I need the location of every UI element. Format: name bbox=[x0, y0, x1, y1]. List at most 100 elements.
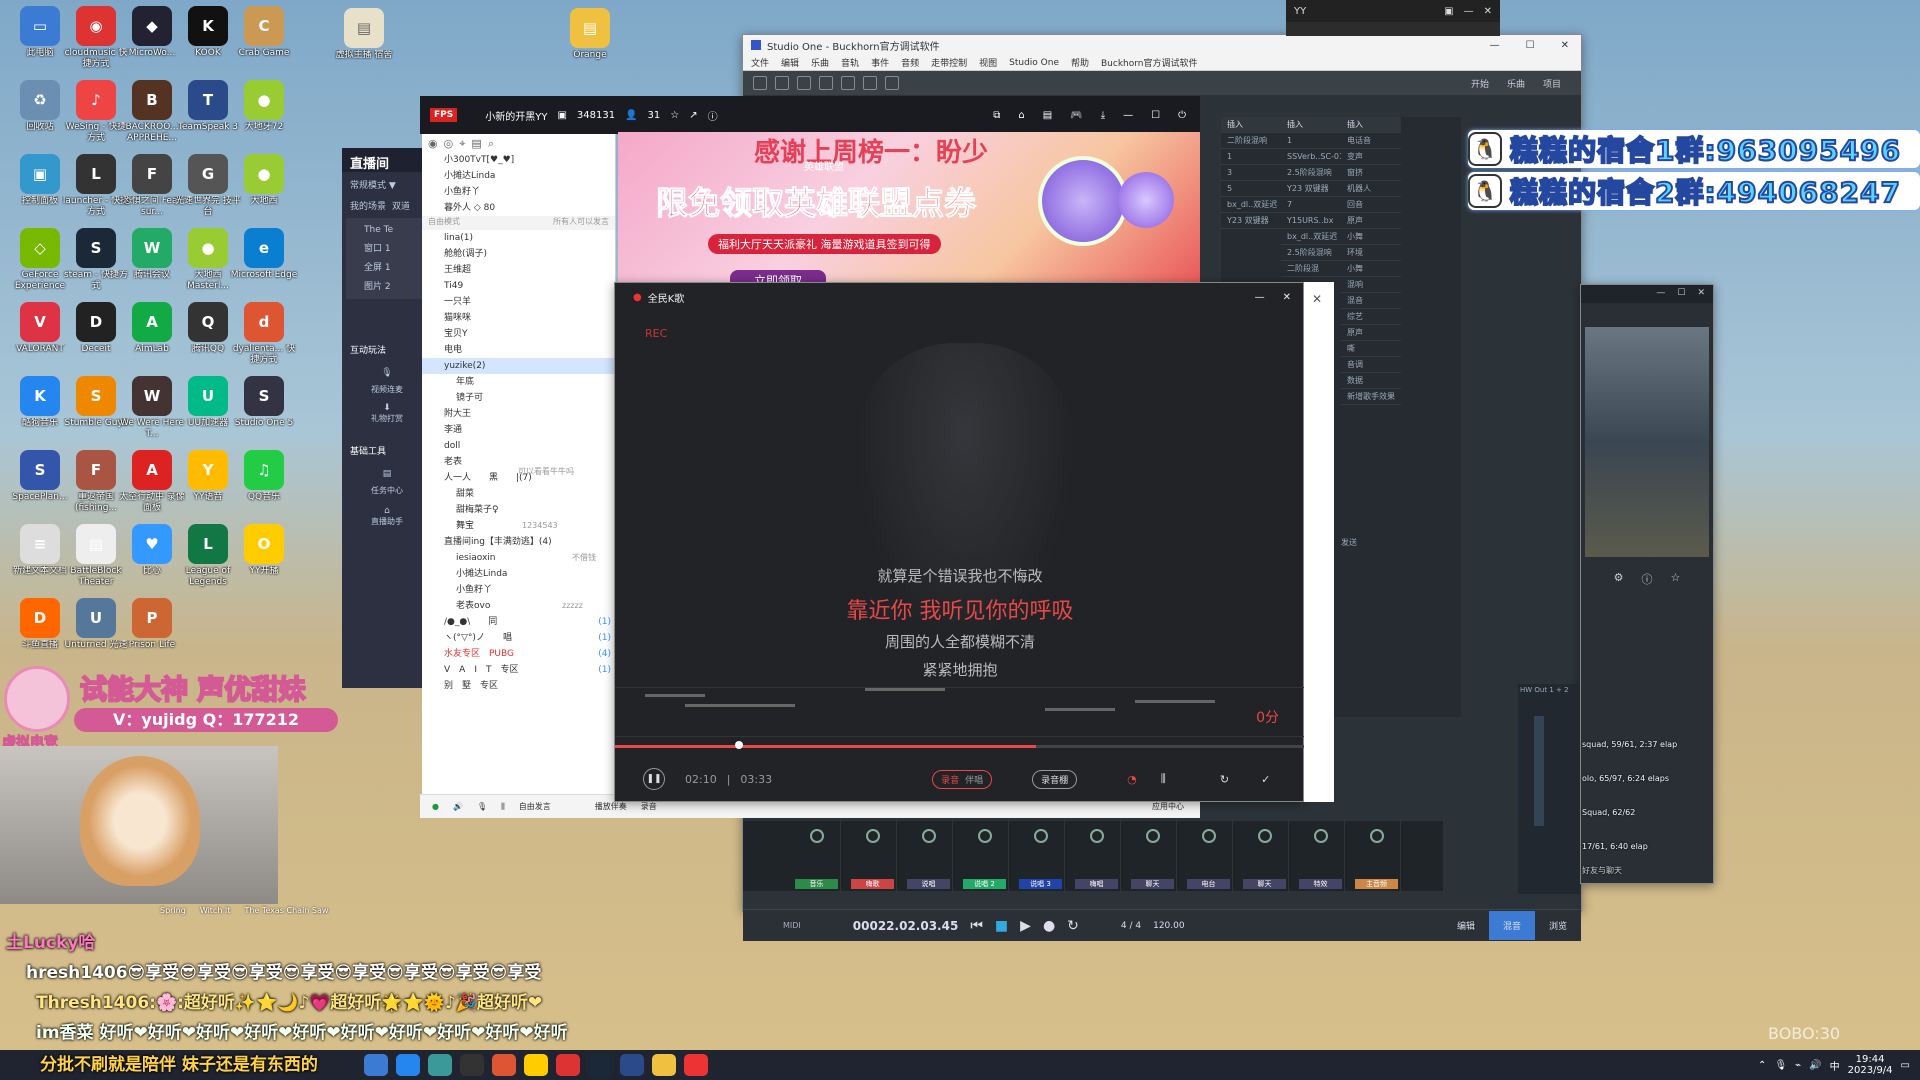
live-assistant-label[interactable]: 直播助手 bbox=[342, 516, 432, 527]
stop-icon[interactable]: ■ bbox=[995, 918, 1008, 934]
record-icon[interactable]: ● bbox=[1043, 918, 1055, 934]
list-item[interactable]: 小鱼籽丫 bbox=[422, 184, 615, 200]
minimize-icon[interactable]: — bbox=[1656, 288, 1665, 300]
friends-chat-label[interactable]: 好友与聊天 bbox=[1582, 860, 1692, 882]
list-item[interactable]: 王维超 bbox=[422, 262, 615, 278]
list-item[interactable]: V A I T 专区 (1) bbox=[422, 662, 615, 678]
taskbar-app-icon[interactable] bbox=[492, 1054, 516, 1076]
split-tool-icon[interactable] bbox=[819, 76, 833, 90]
list-item[interactable]: 年底 bbox=[422, 374, 615, 390]
menu-item[interactable]: 音轨 bbox=[841, 56, 859, 69]
scene-item[interactable]: The Te bbox=[350, 222, 424, 238]
close-icon[interactable]: ✕ bbox=[1697, 288, 1705, 300]
tab-start[interactable]: 开始 bbox=[1471, 77, 1489, 90]
desktop-icon[interactable]: P Prison Life bbox=[118, 596, 186, 668]
tempo-value[interactable]: 120.00 bbox=[1153, 921, 1185, 931]
list-item[interactable]: 水友专区 PUBG (4) bbox=[422, 646, 615, 662]
video-link-label[interactable]: 视频连麦 bbox=[342, 384, 432, 395]
mixer-channel[interactable]: 说唱 2 bbox=[961, 821, 1009, 891]
insert-slot[interactable]: 小舞 bbox=[1341, 229, 1401, 245]
menu-item[interactable]: 事件 bbox=[871, 56, 889, 69]
pan-knob[interactable] bbox=[1313, 829, 1328, 843]
insert-slot[interactable]: 二阶段混 bbox=[1281, 261, 1341, 277]
insert-slot[interactable]: 电话音 bbox=[1341, 133, 1401, 149]
mic-icon[interactable]: 🎙 bbox=[342, 362, 432, 384]
download-icon[interactable]: ⤓ bbox=[1101, 110, 1105, 121]
pan-knob[interactable] bbox=[1033, 829, 1048, 843]
gamepad-icon[interactable]: 🎮 bbox=[1070, 110, 1082, 121]
desktop-icon[interactable]: ♫ QQ音乐 bbox=[230, 448, 298, 520]
desktop-icon-folder[interactable]: ▤ 虚拟主播 宿舍 bbox=[330, 6, 398, 78]
insert-slot[interactable]: 混音 bbox=[1341, 293, 1401, 309]
insert-slot[interactable]: 二阶段混响 bbox=[1221, 133, 1281, 149]
search-icon[interactable]: ⌕ bbox=[488, 137, 494, 150]
pin-icon[interactable]: ▣ bbox=[1444, 6, 1453, 17]
star-icon[interactable]: ☆ bbox=[670, 110, 679, 121]
list-item[interactable]: yuzike(2) bbox=[422, 358, 615, 374]
insert-slot[interactable]: 变声 bbox=[1341, 149, 1401, 165]
list-item[interactable]: /●_●\ 同 (1) bbox=[422, 614, 615, 630]
progress-bar[interactable] bbox=[615, 741, 1305, 749]
equalizer-icon[interactable]: ⫼ bbox=[1161, 772, 1166, 786]
close-icon[interactable]: ✕ bbox=[1304, 282, 1334, 316]
insert-slot[interactable]: bx_dl..双延迟 bbox=[1281, 229, 1341, 245]
tab-browse[interactable]: 浏览 bbox=[1535, 911, 1581, 940]
accompany-mode-button[interactable]: 伴唱 bbox=[965, 773, 983, 786]
share-icon[interactable]: ↗ bbox=[689, 110, 697, 121]
mixer-channel[interactable]: 主音频 bbox=[1353, 821, 1401, 891]
insert-slot[interactable]: 2.5阶段混响 bbox=[1281, 165, 1341, 181]
close-icon[interactable]: ✕ bbox=[1484, 6, 1492, 17]
insert-slot[interactable]: Y23 双键器 bbox=[1281, 181, 1341, 197]
minimize-icon[interactable]: — bbox=[1255, 292, 1265, 303]
mixer-icon[interactable]: ⫼ bbox=[501, 802, 505, 812]
taskbar-app-icon[interactable] bbox=[684, 1054, 708, 1076]
menu-item[interactable]: 乐曲 bbox=[811, 56, 829, 69]
listen-tool-icon[interactable] bbox=[863, 76, 877, 90]
rewind-icon[interactable]: ⏮ bbox=[970, 918, 983, 934]
timecode[interactable]: 00022.02.03.45 bbox=[853, 919, 959, 933]
insert-slot[interactable]: 5 bbox=[1221, 181, 1281, 197]
mic-icon[interactable]: 🎙 bbox=[477, 802, 487, 811]
list-item[interactable]: 甜菜 bbox=[422, 486, 615, 502]
minimize-icon[interactable]: — bbox=[1464, 6, 1474, 17]
insert-slot[interactable]: bx_dl..双延迟 bbox=[1221, 197, 1281, 213]
taskbar-app-icon[interactable] bbox=[620, 1054, 644, 1076]
close-icon[interactable]: ✕ bbox=[1283, 292, 1291, 303]
play-icon[interactable]: ▶ bbox=[1020, 918, 1031, 934]
gear-icon[interactable]: ⚙ bbox=[1614, 571, 1624, 587]
insert-slot[interactable]: Y15URS..bx bbox=[1281, 213, 1341, 229]
scene-item[interactable]: 窗口 1 bbox=[350, 238, 424, 257]
insert-slot[interactable]: 小舞 bbox=[1341, 261, 1401, 277]
zoom-tool-icon[interactable] bbox=[885, 76, 899, 90]
pan-knob[interactable] bbox=[1257, 829, 1272, 843]
mixer-channel[interactable]: 聊天 bbox=[1241, 821, 1289, 891]
user-icon[interactable]: ◉ bbox=[428, 137, 438, 150]
close-icon[interactable]: ✕ bbox=[1561, 40, 1569, 51]
list-icon[interactable]: ▤ bbox=[471, 137, 481, 150]
insert-slot[interactable]: 1 bbox=[1221, 149, 1281, 165]
scene-alt-tab[interactable]: 双道 bbox=[392, 199, 410, 212]
list-item[interactable]: 一只羊 bbox=[422, 294, 615, 310]
volume-icon[interactable]: 🔊 bbox=[1809, 1060, 1821, 1071]
insert-slot[interactable]: 7 bbox=[1281, 197, 1341, 213]
info-icon[interactable]: ⓘ bbox=[1642, 571, 1653, 587]
maximize-icon[interactable]: ☐ bbox=[1151, 110, 1160, 121]
mute-tool-icon[interactable] bbox=[841, 76, 855, 90]
promo-banner[interactable]: 感谢上周榜一：盼少 英雄联盟 限免领取英雄联盟点券 福利大厅天天派豪礼 海量游戏… bbox=[618, 132, 1200, 282]
insert-slot[interactable]: 原声 bbox=[1341, 213, 1401, 229]
scene-item[interactable]: 图片 2 bbox=[350, 276, 424, 295]
studio-room-button[interactable]: 录音棚 bbox=[1032, 769, 1078, 789]
my-scene-tab[interactable]: 我的场景 bbox=[350, 199, 386, 212]
insert-slot[interactable]: 1 bbox=[1281, 133, 1341, 149]
minimize-icon[interactable]: — bbox=[1490, 40, 1500, 51]
insert-slot[interactable]: 新增歌手效果 bbox=[1341, 389, 1401, 405]
insert-slot[interactable]: 混响 bbox=[1341, 277, 1401, 293]
list-item[interactable]: 暮外人 ◇ 80 bbox=[422, 200, 615, 216]
menu-item[interactable]: 视图 bbox=[979, 56, 997, 69]
taskbar-app-icon[interactable] bbox=[556, 1054, 580, 1076]
time-signature[interactable]: 4 / 4 bbox=[1121, 921, 1141, 931]
list-item[interactable]: 舱舱(调子) bbox=[422, 246, 615, 262]
taskbar-app-icon[interactable] bbox=[460, 1054, 484, 1076]
list-item[interactable]: 电电 bbox=[422, 342, 615, 358]
list-item[interactable]: 小鱼籽丫 bbox=[422, 582, 615, 598]
